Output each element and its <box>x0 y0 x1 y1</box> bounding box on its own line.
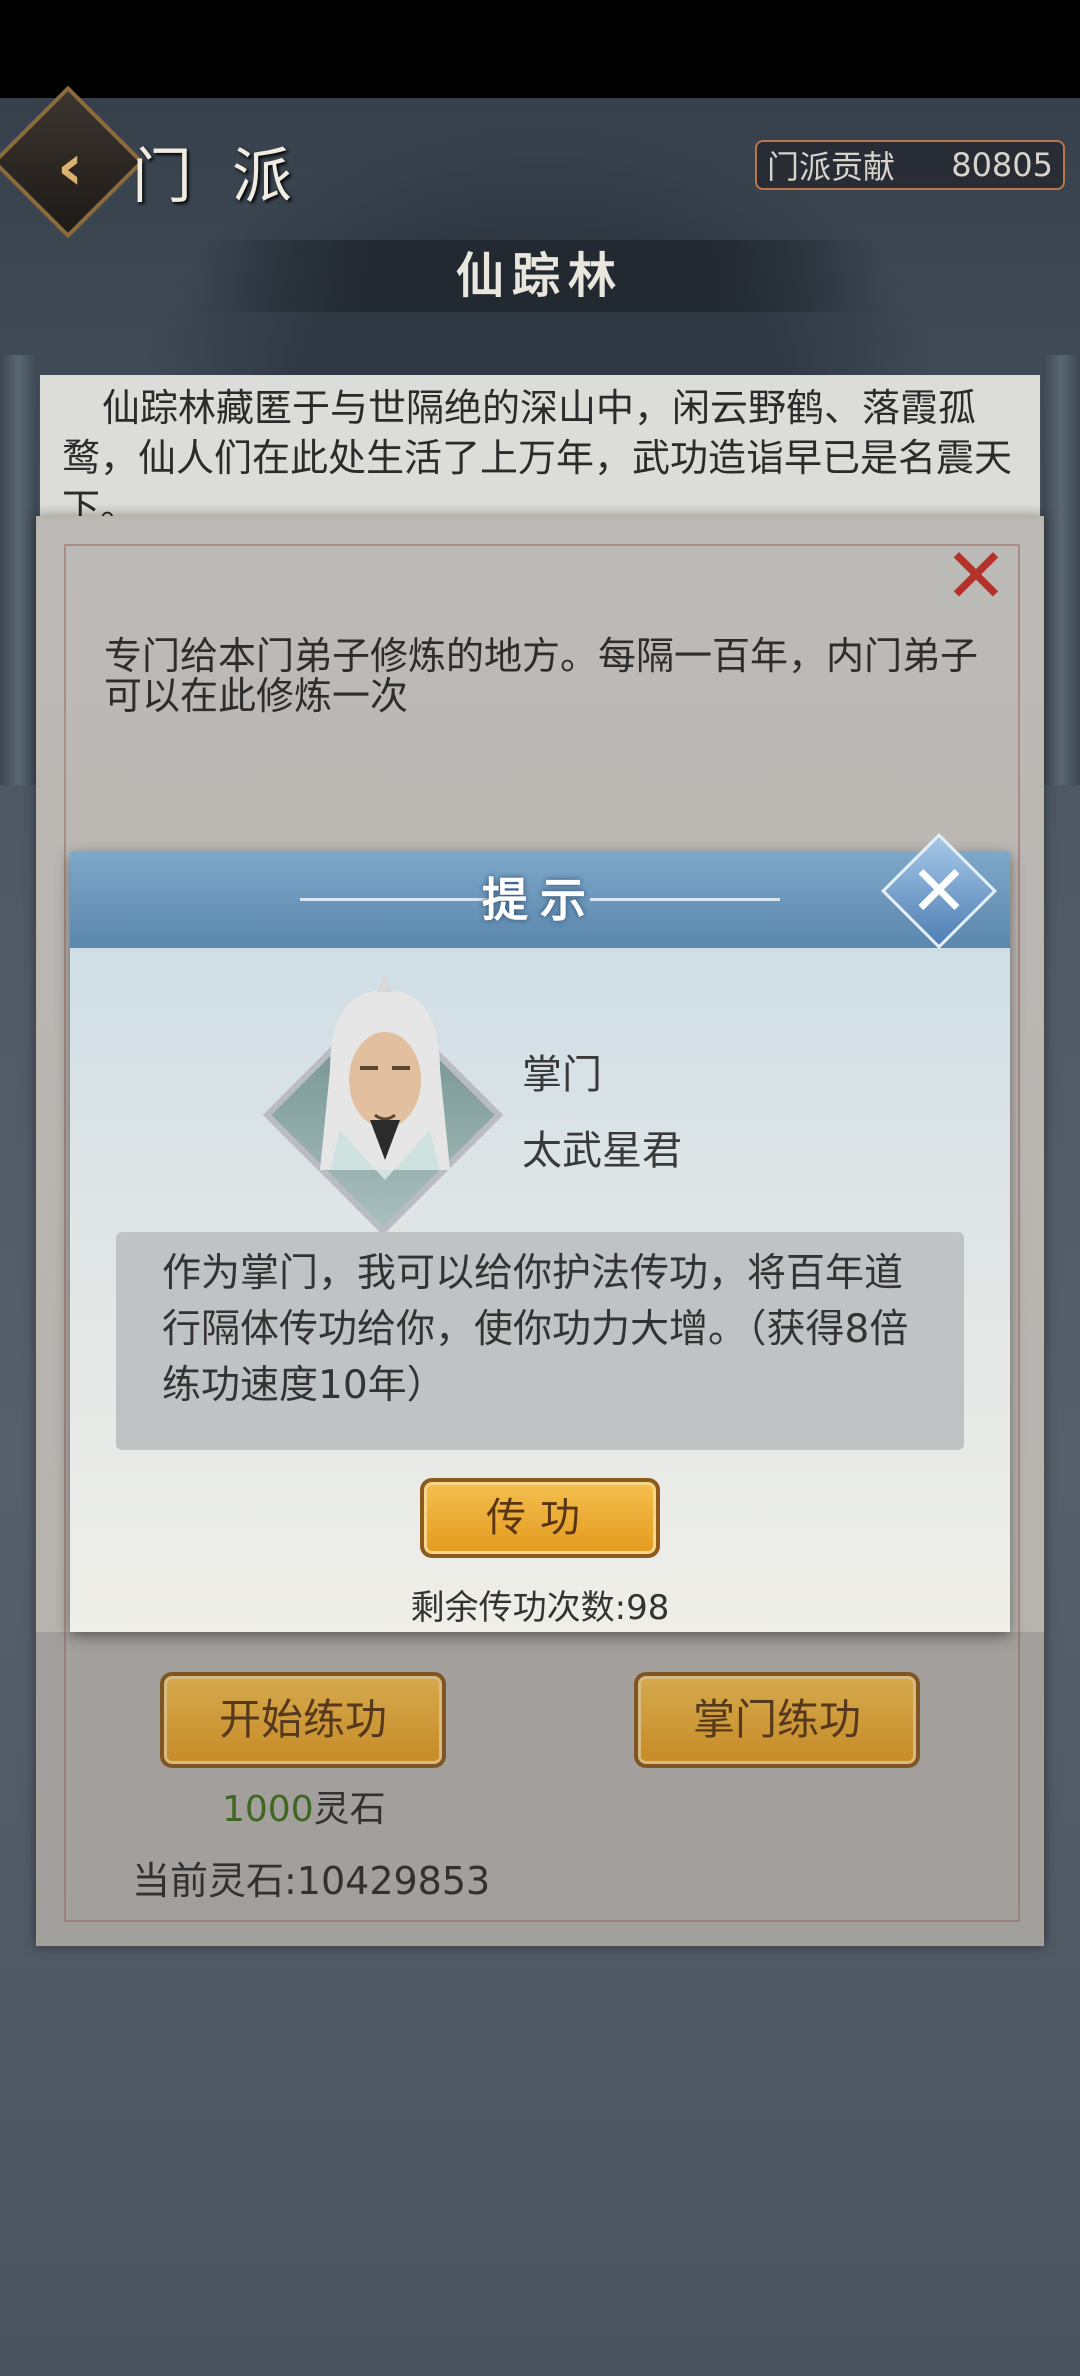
scroll-post-left <box>0 355 38 785</box>
training-description: 专门给本门弟子修炼的地方。每隔一百年，内门弟子可以在此修炼一次 <box>104 634 979 718</box>
page-title: 门派 <box>132 142 332 212</box>
chevron-left-icon[interactable]: ‹ <box>40 136 100 200</box>
transfer-skill-button[interactable]: 传功 <box>420 1478 660 1558</box>
close-icon[interactable]: ✕ <box>880 832 998 950</box>
contribution-value: 80805 <box>951 146 1053 184</box>
remaining-transfers: 剩余传功次数:98 <box>410 1588 670 1628</box>
sect-name-banner: 仙踪林 <box>200 240 880 312</box>
scroll-post-right <box>1042 355 1080 785</box>
sect-description-text: 仙踪林藏匿于与世隔绝的深山中，闲云野鹤、落霞孤鹜，仙人们在此处生活了上万年，武功… <box>62 386 1013 530</box>
lower-overlay <box>36 1632 1044 1946</box>
close-icon[interactable]: ✕ <box>940 538 1012 614</box>
npc-role: 掌门 <box>522 1052 602 1098</box>
dialog-header: 提示 <box>70 852 1010 948</box>
avatar <box>320 974 450 1180</box>
npc-name: 太武星君 <box>522 1128 682 1174</box>
dialog-close-button[interactable]: ✕ <box>880 832 998 950</box>
dialog-title: 提示 <box>482 873 598 927</box>
contribution-label: 门派贡献 <box>767 148 896 186</box>
dialog-message: 作为掌门，我可以给你护法传功，将百年道行隔体传功给你，使你功力大增。（获得8倍练… <box>116 1232 964 1450</box>
contribution-display: 门派贡献 80805 <box>755 140 1065 190</box>
status-bar <box>0 0 1080 98</box>
